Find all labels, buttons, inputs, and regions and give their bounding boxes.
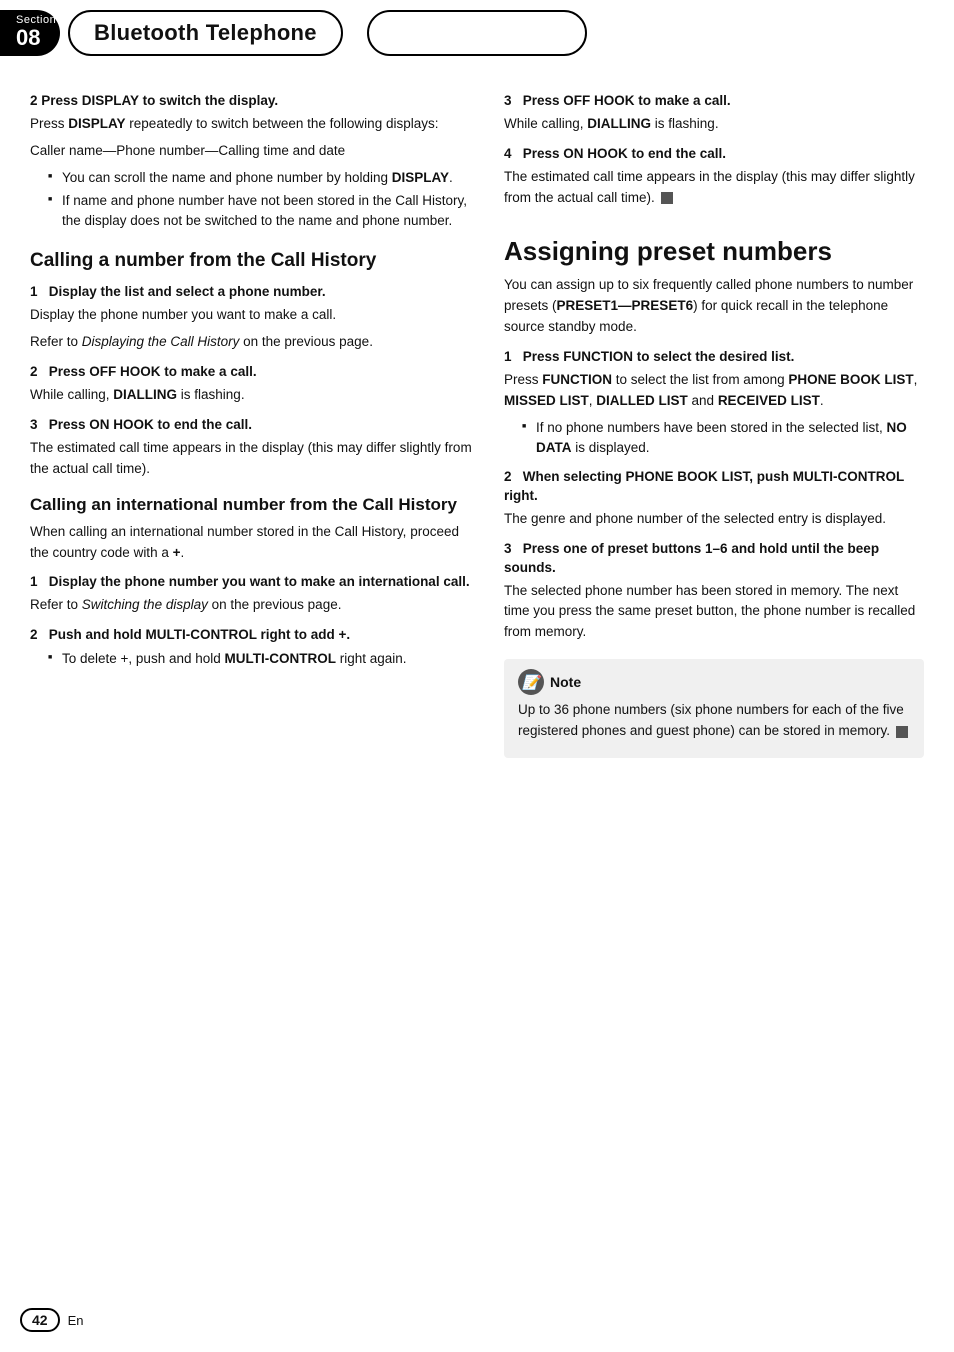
preset-step2-heading: 2 When selecting PHONE BOOK LIST, push M…: [504, 468, 924, 506]
step2-offhook-heading: 2 Press OFF HOOK to make a call.: [30, 363, 474, 382]
intl-step1-heading: 1 Display the phone number you want to m…: [30, 573, 474, 592]
left-column: 2 Press DISPLAY to switch the display. P…: [30, 82, 474, 758]
plus-bold: +: [173, 545, 181, 560]
section-preset-intro: You can assign up to six frequently call…: [504, 275, 924, 338]
step2-offhook-para: While calling, DIALLING is flashing.: [30, 385, 474, 406]
page-footer: 42 En: [20, 1308, 83, 1332]
right-step3-heading: 3 Press OFF HOOK to make a call.: [504, 92, 924, 111]
step1-callhistory-para2: Refer to Displaying the Call History on …: [30, 332, 474, 353]
preset-step3-heading: 3 Press one of preset buttons 1–6 and ho…: [504, 540, 924, 578]
note-label: Note: [550, 674, 581, 690]
note-box: 📝 Note Up to 36 phone numbers (six phone…: [504, 659, 924, 758]
step2-bullets: You can scroll the name and phone number…: [48, 168, 474, 232]
bullet-item: You can scroll the name and phone number…: [48, 168, 474, 188]
section-call-history-title: Calling a number from the Call History: [30, 249, 474, 273]
header-right-pill: [367, 10, 587, 56]
step1-callhistory-heading: 1 Display the list and select a phone nu…: [30, 283, 474, 302]
missed-bold: MISSED LIST: [504, 393, 589, 408]
display-bold2: DISPLAY: [392, 170, 449, 185]
dialling-bold: DIALLING: [113, 387, 177, 402]
nodata-bold: NO DATA: [536, 420, 907, 455]
intl-step2-bullets: To delete +, push and hold MULTI-CONTROL…: [48, 649, 474, 669]
right-column: 3 Press OFF HOOK to make a call. While c…: [504, 82, 924, 758]
bullet-item: If name and phone number have not been s…: [48, 191, 474, 232]
section-label: Section: [16, 14, 56, 26]
section-international-title: Calling an international number from the…: [30, 494, 474, 516]
preset-step1-para: Press FUNCTION to select the list from a…: [504, 370, 924, 412]
intl-step1-para: Refer to Switching the display on the pr…: [30, 595, 474, 616]
page-title: Bluetooth Telephone: [94, 20, 317, 46]
page-number: 42: [20, 1308, 60, 1332]
intl-step2-heading: 2 Push and hold MULTI-CONTROL right to a…: [30, 626, 474, 645]
right-step4-para: The estimated call time appears in the d…: [504, 167, 924, 209]
phonebook-bold: PHONE BOOK LIST: [788, 372, 913, 387]
step2-display-para1: Press DISPLAY repeatedly to switch betwe…: [30, 114, 474, 135]
step1-callhistory-para1: Display the phone number you want to mak…: [30, 305, 474, 326]
note-header: 📝 Note: [518, 669, 910, 695]
note-icon: 📝: [518, 669, 544, 695]
step2-display-heading: 2 Press DISPLAY to switch the display.: [30, 92, 474, 111]
page: Section 08 Bluetooth Telephone 2 Press D…: [0, 0, 954, 1352]
title-pill: Bluetooth Telephone: [68, 10, 343, 56]
stop-symbol: [661, 192, 673, 204]
preset-bold: PRESET1—PRESET6: [557, 298, 694, 313]
intl-step2-bullet: To delete +, push and hold MULTI-CONTROL…: [48, 649, 474, 669]
preset-step1-heading: 1 Press FUNCTION to select the desired l…: [504, 348, 924, 367]
intl-step1-italic: Switching the display: [82, 597, 208, 612]
section-number: 08: [16, 25, 40, 51]
function-bold: FUNCTION: [542, 372, 612, 387]
section-international-intro: When calling an international number sto…: [30, 522, 474, 564]
preset-step1-bullet: If no phone numbers have been stored in …: [522, 418, 924, 459]
preset-step1-bullets: If no phone numbers have been stored in …: [522, 418, 924, 459]
received-bold: RECEIVED LIST: [718, 393, 820, 408]
multicontrol-bold: MULTI-CONTROL: [225, 651, 336, 666]
right-step3-para: While calling, DIALLING is flashing.: [504, 114, 924, 135]
stop-symbol2: [896, 726, 908, 738]
dialled-bold: DIALLED LIST: [596, 393, 688, 408]
step3-onhook-para: The estimated call time appears in the d…: [30, 438, 474, 480]
step3-onhook-heading: 3 Press ON HOOK to end the call.: [30, 416, 474, 435]
page-header: Section 08 Bluetooth Telephone: [0, 0, 954, 62]
preset-step2-para: The genre and phone number of the select…: [504, 509, 924, 530]
note-text: Up to 36 phone numbers (six phone number…: [518, 700, 910, 742]
display-bold: DISPLAY: [68, 116, 125, 131]
step2-display-heading-text: 2 Press DISPLAY to switch the display.: [30, 93, 278, 108]
step2-display-para2: Caller name—Phone number—Calling time an…: [30, 141, 474, 162]
content-area: 2 Press DISPLAY to switch the display. P…: [0, 62, 954, 778]
section-badge: Section 08: [0, 10, 60, 56]
section-preset-title: Assigning preset numbers: [504, 235, 924, 268]
dialling-bold2: DIALLING: [587, 116, 651, 131]
right-step4-heading: 4 Press ON HOOK to end the call.: [504, 145, 924, 164]
language-label: En: [68, 1313, 84, 1328]
preset-step3-para: The selected phone number has been store…: [504, 581, 924, 644]
step1-callhistory-italic: Displaying the Call History: [82, 334, 240, 349]
